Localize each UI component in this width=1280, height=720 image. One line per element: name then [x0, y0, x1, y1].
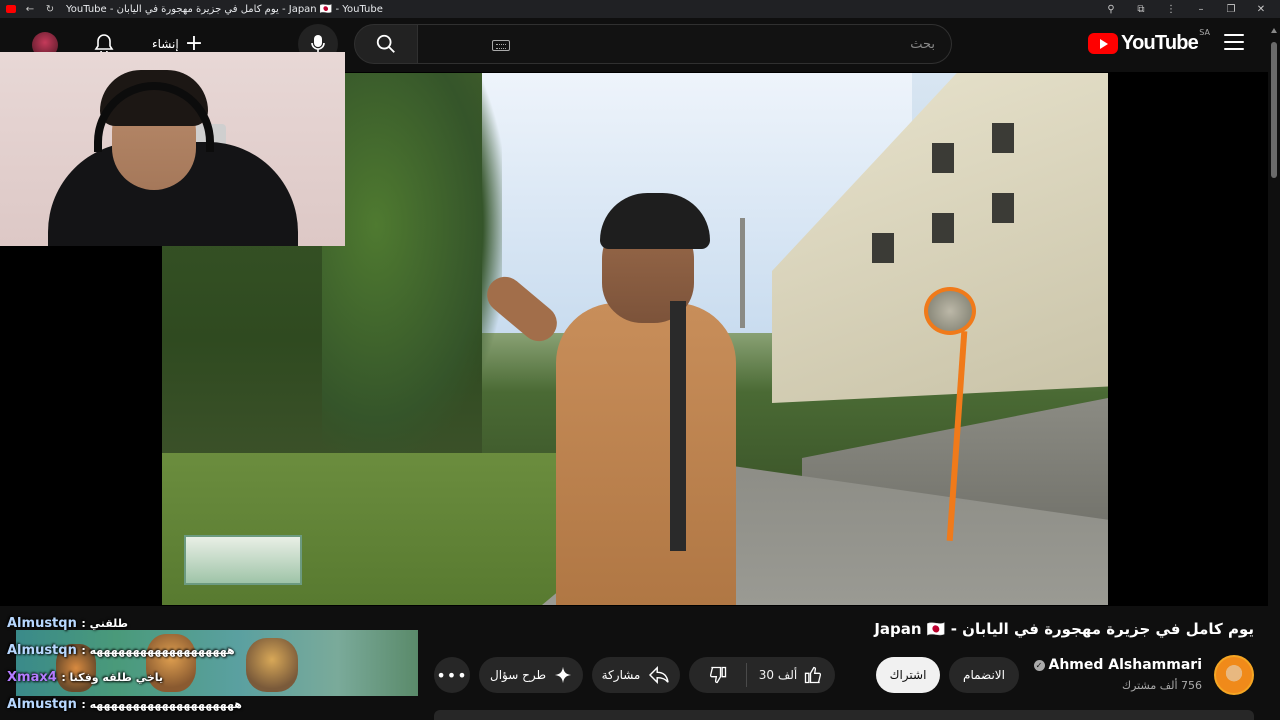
youtube-logo[interactable]: YouTube SA	[1088, 28, 1210, 55]
join-button[interactable]: الانضمام	[949, 657, 1019, 693]
create-label: إنشاء	[152, 37, 179, 51]
country-code: SA	[1199, 28, 1210, 37]
kebab-menu-icon[interactable]: ⋮	[1164, 4, 1178, 15]
like-dislike-group: 30 ألف	[689, 657, 835, 693]
chat-username: Xmax4	[7, 670, 57, 685]
chat-message: Almustqn : طلقني	[7, 616, 128, 631]
chat-message: Almustqn : ههههههههههههههههههههه	[7, 697, 242, 712]
logo-text: YouTube	[1121, 32, 1199, 54]
channel-name-row[interactable]: ✓ Ahmed Alshammari	[1033, 657, 1203, 673]
tab-title: YouTube - يوم كامل في جزيرة مهجورة في ال…	[66, 3, 383, 15]
video-scene-person	[479, 193, 752, 605]
close-icon[interactable]: ✕	[1254, 4, 1268, 15]
video-title: يوم كامل في جزيرة مهجورة في اليابان - Ja…	[874, 620, 1254, 638]
more-actions-button[interactable]: •••	[434, 657, 470, 693]
video-scene-window	[992, 193, 1014, 223]
video-scene-foliage	[322, 73, 502, 453]
thumbs-up-icon	[805, 666, 822, 684]
streamer-webcam-overlay	[0, 52, 345, 246]
search-bar	[354, 24, 952, 64]
like-count: 30 ألف	[758, 668, 798, 682]
chat-text: ياخي طلقه وفكنا	[69, 671, 164, 684]
browser-titlebar: ← ↻ YouTube - يوم كامل في جزيرة مهجورة ف…	[0, 0, 1280, 18]
person-torso	[556, 303, 736, 605]
chat-text: هههههههههههههههههههه	[89, 644, 235, 657]
video-scene-window	[872, 233, 894, 263]
share-button[interactable]: مشاركة	[592, 657, 680, 693]
game-character	[246, 638, 298, 692]
video-scene-window	[932, 213, 954, 243]
page-scrollbar[interactable]	[1268, 18, 1280, 720]
like-button[interactable]: 30 ألف	[747, 665, 835, 685]
dislike-button[interactable]	[689, 663, 747, 687]
channel-name[interactable]: Ahmed Alshammari	[1049, 657, 1203, 673]
guide-menu-icon[interactable]	[1224, 34, 1244, 50]
subscribe-button[interactable]: اشتراك	[876, 657, 940, 693]
chat-message: Xmax4 : ياخي طلقه وفكنا	[7, 670, 164, 685]
scroll-thumb[interactable]	[1271, 42, 1277, 178]
description-box[interactable]	[434, 710, 1254, 720]
chat-username: Almustqn	[7, 697, 77, 712]
search-icon	[376, 34, 395, 53]
chat-message: Almustqn : هههههههههههههههههههه	[7, 643, 235, 658]
subscriber-count: 756 ألف مشترك	[1122, 679, 1202, 692]
search-button[interactable]	[354, 24, 418, 64]
minimize-icon[interactable]: –	[1194, 4, 1208, 15]
back-icon[interactable]: ←	[24, 4, 36, 15]
youtube-play-logo-icon	[1088, 33, 1119, 54]
keyboard-icon[interactable]	[492, 40, 510, 51]
video-scene-road-mirror	[924, 287, 976, 335]
sparkle-icon	[554, 666, 572, 684]
chat-username: Almustqn	[7, 643, 77, 658]
video-scene-window	[992, 123, 1014, 153]
share-arrow-icon	[649, 666, 670, 684]
thumbs-down-icon	[709, 666, 726, 684]
chat-text: طلقني	[89, 617, 128, 630]
ask-label: طرح سؤال	[489, 668, 547, 682]
chat-username: Almustqn	[7, 616, 77, 631]
search-field	[418, 24, 952, 64]
person-backpack-strap	[670, 301, 686, 551]
extensions-icon[interactable]: ⧉	[1134, 4, 1148, 15]
person-cap	[600, 193, 710, 249]
ask-question-button[interactable]: طرح سؤال	[479, 657, 583, 693]
chat-game-banner	[16, 630, 418, 696]
reload-icon[interactable]: ↻	[44, 4, 56, 15]
share-label: مشاركة	[601, 668, 641, 682]
microphone-icon	[311, 35, 325, 53]
stream-chat-overlay: Almustqn : طلقني Almustqn : هههههههههههه…	[0, 612, 420, 720]
video-scene-window	[932, 143, 954, 173]
channel-avatar[interactable]	[1214, 655, 1254, 695]
scroll-up-arrow-icon[interactable]	[1271, 28, 1277, 33]
zoom-icon[interactable]: ⚲	[1104, 4, 1118, 15]
youtube-favicon-icon	[6, 5, 16, 13]
verified-check-icon: ✓	[1033, 659, 1045, 671]
video-scene-crate	[184, 535, 302, 585]
restore-icon[interactable]: ❐	[1224, 4, 1238, 15]
chat-text: ههههههههههههههههههههه	[89, 698, 242, 711]
